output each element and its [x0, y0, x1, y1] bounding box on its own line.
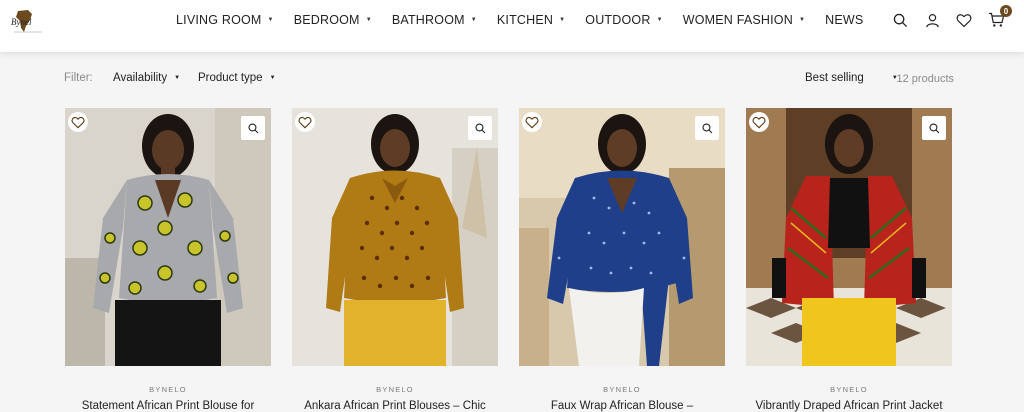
- search-icon[interactable]: [890, 10, 910, 30]
- nav-living-room[interactable]: LIVING ROOM ▼: [176, 13, 274, 27]
- brand-logo[interactable]: Bynel: [8, 8, 48, 36]
- product-grid: BYNELO Statement African Print Blouse fo…: [65, 108, 952, 412]
- caret-down-icon: ▼: [798, 17, 806, 23]
- product-image[interactable]: [746, 108, 952, 366]
- product-title[interactable]: Vibrantly Draped African Print Jacket: [746, 400, 952, 412]
- quick-view-icon[interactable]: [468, 116, 492, 140]
- nav-label: KITCHEN: [496, 13, 554, 27]
- nav-label: OUTDOOR: [585, 13, 651, 27]
- wishlist-heart-icon[interactable]: [68, 112, 88, 132]
- product-card[interactable]: BYNELO Ankara African Print Blouses – Ch…: [292, 108, 498, 412]
- wishlist-icon[interactable]: [954, 10, 974, 30]
- nav-news[interactable]: NEWS: [825, 13, 863, 27]
- product-image[interactable]: [519, 108, 725, 366]
- wishlist-heart-icon[interactable]: [749, 112, 769, 132]
- quick-view-icon[interactable]: [241, 116, 265, 140]
- product-image[interactable]: [292, 108, 498, 366]
- nav-bedroom[interactable]: BEDROOM ▼: [294, 13, 372, 27]
- caret-down-icon: ▼: [174, 74, 181, 81]
- availability-filter[interactable]: Availability ▼: [113, 72, 180, 84]
- account-icon[interactable]: [922, 10, 942, 30]
- nav-label: NEWS: [825, 13, 864, 27]
- wishlist-heart-icon[interactable]: [522, 112, 542, 132]
- product-card[interactable]: BYNELO Faux Wrap African Blouse –: [519, 108, 725, 412]
- wishlist-heart-icon[interactable]: [295, 112, 315, 132]
- product-card[interactable]: BYNELO Vibrantly Draped African Print Ja…: [746, 108, 952, 412]
- sort-select[interactable]: Best selling ▼: [805, 72, 898, 84]
- nav-label: BATHROOM: [391, 13, 465, 27]
- nav-kitchen[interactable]: KITCHEN ▼: [497, 13, 565, 27]
- product-title[interactable]: Statement African Print Blouse for: [65, 400, 271, 412]
- product-brand: BYNELO: [830, 385, 868, 394]
- caret-down-icon: ▼: [267, 17, 274, 23]
- nav-outdoor[interactable]: OUTDOOR ▼: [585, 13, 662, 27]
- product-brand: BYNELO: [149, 385, 187, 394]
- product-brand: BYNELO: [376, 385, 414, 394]
- caret-down-icon: ▼: [269, 74, 276, 81]
- caret-down-icon: ▼: [656, 17, 663, 23]
- product-title[interactable]: Faux Wrap African Blouse –: [519, 400, 725, 412]
- product-card[interactable]: BYNELO Statement African Print Blouse fo…: [65, 108, 271, 412]
- caret-down-icon: ▼: [559, 17, 566, 23]
- nav-label: WOMEN FASHION: [682, 13, 793, 27]
- product-type-label: Product type: [198, 72, 263, 84]
- header-icons: 0: [890, 5, 1012, 30]
- nav-women-fashion[interactable]: WOMEN FASHION ▼: [683, 13, 805, 27]
- quick-view-icon[interactable]: [922, 116, 946, 140]
- caret-down-icon: ▼: [470, 17, 477, 23]
- svg-text:Bynel: Bynel: [11, 17, 32, 27]
- nav-bathroom[interactable]: BATHROOM ▼: [392, 13, 477, 27]
- sort-label: Best selling: [805, 72, 864, 84]
- cart-count-badge: 0: [1000, 5, 1012, 17]
- product-count: 12 products: [896, 73, 954, 85]
- nav-label: LIVING ROOM: [176, 13, 262, 27]
- product-image[interactable]: [65, 108, 271, 366]
- availability-label: Availability: [113, 72, 168, 84]
- site-header: Bynel LIVING ROOM ▼ BEDROOM ▼ BATHROOM ▼ KI…: [0, 0, 1024, 52]
- main-nav: LIVING ROOM ▼ BEDROOM ▼ BATHROOM ▼ KITCHEN ▼…: [176, 0, 883, 40]
- product-type-filter[interactable]: Product type ▼: [198, 72, 276, 84]
- quick-view-icon[interactable]: [695, 116, 719, 140]
- caret-down-icon: ▼: [365, 17, 372, 23]
- cart-icon[interactable]: 0: [986, 5, 1012, 30]
- product-brand: BYNELO: [603, 385, 641, 394]
- nav-label: BEDROOM: [293, 13, 360, 27]
- product-title[interactable]: Ankara African Print Blouses – Chic: [292, 400, 498, 412]
- filter-label: Filter:: [64, 72, 93, 84]
- filter-bar: Filter: Availability ▼ Product type ▼ Best…: [64, 72, 954, 86]
